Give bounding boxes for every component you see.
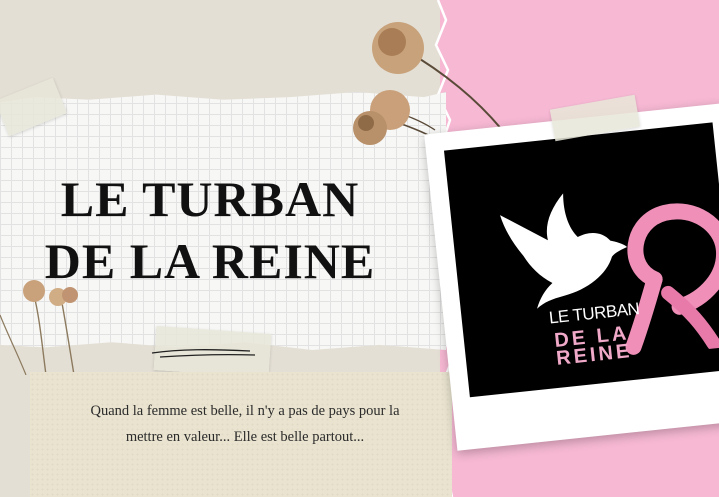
- quote-line-1: Quand la femme est belle, il n'y a pas d…: [90, 403, 400, 419]
- page-title: LE TURBAN DE LA REINE: [20, 168, 400, 292]
- logo-de-la-reine: DE LA REINE: [553, 322, 633, 370]
- logo-photo: LE TURBAN DE LA REINE: [443, 122, 719, 398]
- quote-line-2: mettre en valeur... Elle est belle parto…: [125, 429, 365, 445]
- scribble-line: [151, 349, 256, 358]
- quote-text: Quand la femme est belle, il n'y a pas d…: [40, 398, 450, 450]
- polaroid-photo: LE TURBAN DE LA REINE: [424, 103, 719, 451]
- title-line-1: LE TURBAN: [60, 171, 360, 227]
- title-line-2: DE LA REINE: [44, 233, 376, 289]
